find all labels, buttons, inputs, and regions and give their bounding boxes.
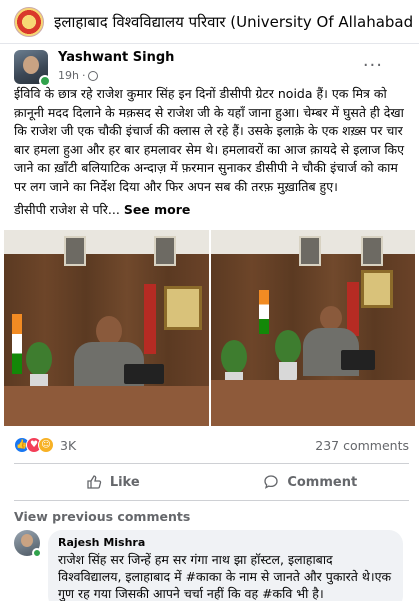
group-title[interactable]: इलाहाबाद विश्वविद्यालय परिवार (Universit… <box>54 12 419 32</box>
see-more-link[interactable]: See more <box>124 202 191 217</box>
like-button[interactable]: Like <box>14 464 212 500</box>
action-bar: Like Comment <box>14 463 409 501</box>
wall-portrait <box>154 236 176 266</box>
post-paragraph-2: डीसीपी राजेश से परि... See more <box>14 201 409 220</box>
author-avatar-wrapper[interactable] <box>14 50 51 87</box>
author-meta: Yashwant Singh 19h · <box>58 50 174 82</box>
commenter-name[interactable]: Rajesh Mishra <box>58 536 393 549</box>
desk-monitor <box>340 350 375 370</box>
post-timestamp[interactable]: 19h · <box>58 69 174 82</box>
view-previous-comments-link[interactable]: View previous comments <box>14 509 190 524</box>
comment-icon <box>264 475 278 489</box>
globe-icon <box>88 70 99 81</box>
wall-certificate <box>164 286 202 330</box>
reactions-bar: 👍 ♥ ☺ 3K 237 comments <box>14 434 409 456</box>
post-photo-1[interactable] <box>4 230 209 426</box>
comment-button[interactable]: Comment <box>212 464 410 500</box>
potted-plant <box>274 330 301 384</box>
wall-portrait <box>64 236 86 266</box>
post-photos <box>4 230 415 426</box>
post-paragraph-2-text: डीसीपी राजेश से परि... <box>14 202 120 217</box>
author-name[interactable]: Yashwant Singh <box>58 50 174 65</box>
national-flag <box>258 290 269 334</box>
office-desk <box>4 386 209 426</box>
office-desk <box>210 380 415 426</box>
dot-separator: · <box>81 69 86 82</box>
post-paragraph-1: ईविवि के छात्र रहे राजेश कुमार सिंह इन द… <box>14 86 405 194</box>
like-button-label: Like <box>109 474 140 490</box>
commenter-avatar-wrapper[interactable] <box>14 530 42 558</box>
online-status-dot <box>32 548 42 558</box>
photo-ceiling <box>4 230 209 254</box>
group-header: इलाहाबाद विश्वविद्यालय परिवार (Universit… <box>0 0 419 44</box>
post-time-text[interactable]: 19h <box>58 69 79 82</box>
reaction-summary[interactable]: 👍 ♥ ☺ 3K <box>14 437 76 453</box>
post-photo-2[interactable] <box>210 230 415 426</box>
wall-portrait <box>298 236 321 266</box>
comment-bubble: Rajesh Mishra राजेश सिंह सर जिन्हें हम स… <box>48 530 403 601</box>
reaction-count[interactable]: 3K <box>60 438 76 453</box>
comments-count[interactable]: 237 comments <box>315 438 409 453</box>
post-author: Yashwant Singh 19h · <box>14 50 174 87</box>
comment-text: राजेश सिंह सर जिन्हें हम सर गंगा नाथ झा … <box>58 552 392 601</box>
wall-portrait <box>360 236 383 266</box>
wall-certificate <box>360 270 393 308</box>
desk-monitor <box>124 364 164 384</box>
group-logo[interactable] <box>14 6 44 37</box>
care-icon: ☺ <box>38 437 54 453</box>
post-body: ईविवि के छात्र रहे राजेश कुमार सिंह इन द… <box>14 85 409 225</box>
national-flag <box>12 314 22 374</box>
comment-button-label: Comment <box>287 474 358 490</box>
red-flag <box>144 284 156 354</box>
more-horizontal-icon[interactable]: ··· <box>363 55 383 76</box>
thumbs-up-icon <box>87 475 101 489</box>
comment: Rajesh Mishra राजेश सिंह सर जिन्हें हम स… <box>14 530 403 601</box>
